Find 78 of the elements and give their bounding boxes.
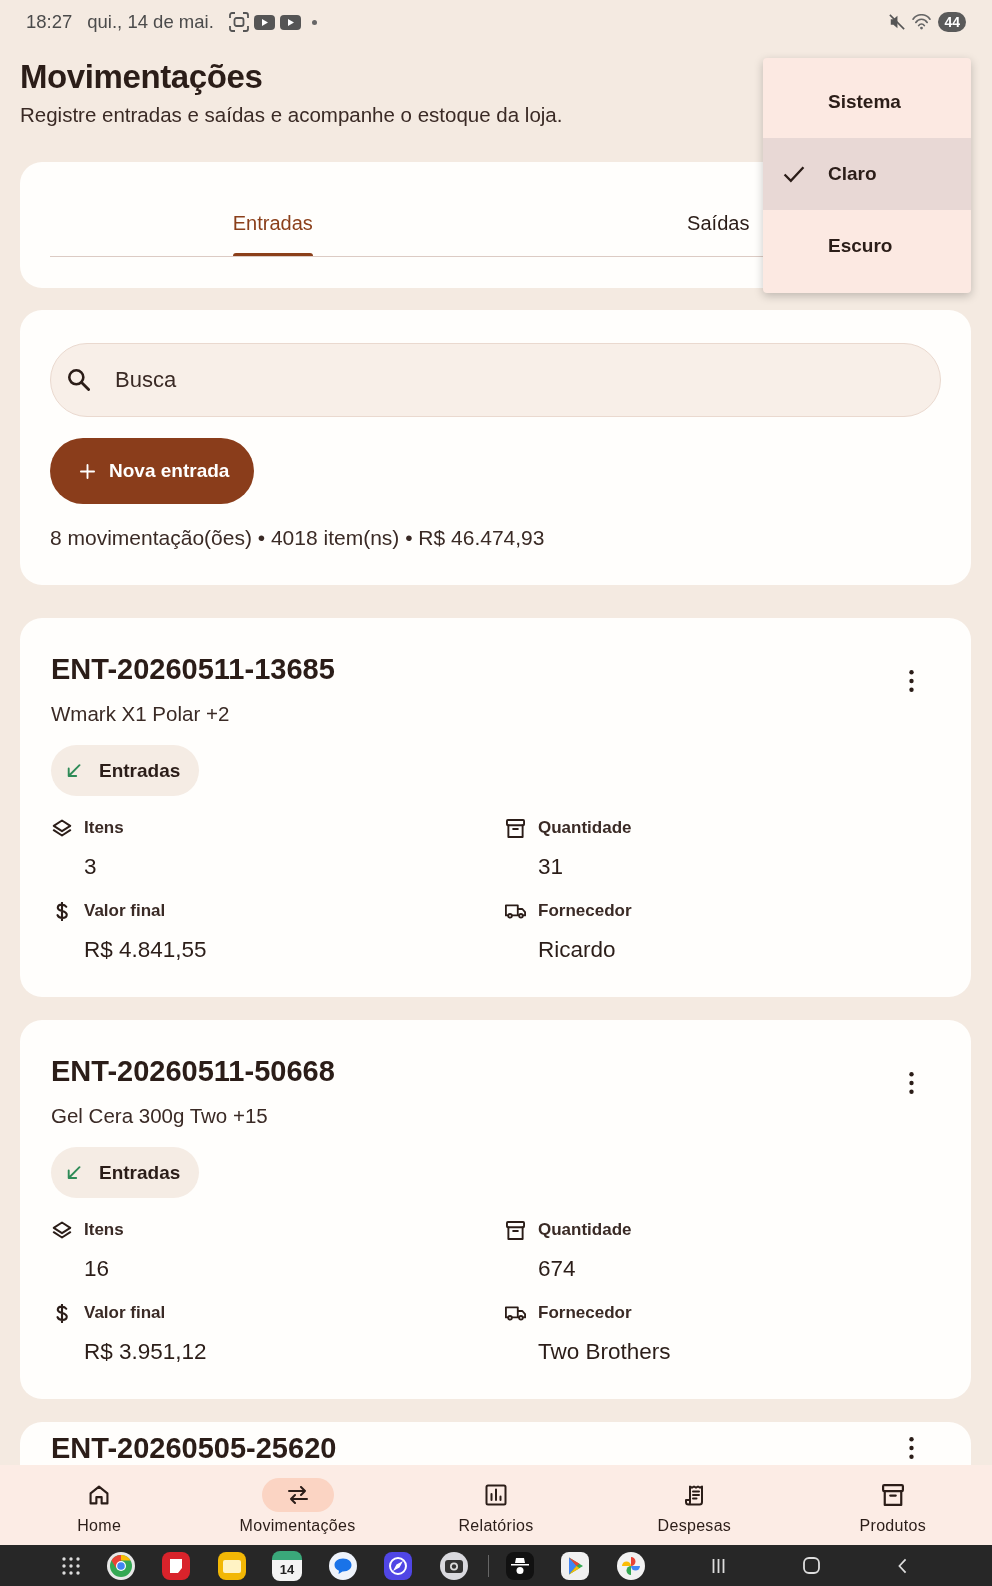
video-play-icon (279, 14, 301, 30)
search-field[interactable]: Busca (50, 343, 941, 417)
dollar-icon (55, 1303, 68, 1323)
field-value: R$ 4.841,55 (84, 936, 207, 964)
recent-apps-icon[interactable] (711, 1557, 725, 1574)
nav-item[interactable]: Movimentações (239, 1478, 356, 1536)
truck-icon (505, 1305, 526, 1321)
field-value: Two Brothers (538, 1338, 671, 1366)
truck-icon (505, 903, 526, 919)
field-value: Ricardo (538, 936, 616, 964)
field-label: Valor final (84, 900, 166, 922)
field-label: Fornecedor (538, 900, 632, 922)
kebab-menu-icon[interactable] (909, 1072, 914, 1094)
receipt-icon (685, 1484, 704, 1506)
app-grid-icon[interactable] (62, 1556, 80, 1575)
summary-text: 8 movimentação(ões) • 4018 item(ns) • R$ 46.474,93 (50, 526, 545, 550)
new-entry-button[interactable]: Nova entrada (50, 438, 255, 504)
wifi-icon (912, 14, 932, 30)
arrow-down-left-icon (67, 1165, 81, 1180)
archive-box-icon (506, 818, 525, 838)
muted-speaker-icon (889, 14, 906, 30)
notes-app-icon[interactable] (161, 1550, 191, 1581)
field-label: Valor final (84, 1302, 166, 1324)
field-label: Fornecedor (538, 1302, 632, 1324)
check-icon (783, 165, 805, 183)
nav-item[interactable]: Produtos (856, 1478, 929, 1536)
battery-indicator: 44 (938, 12, 966, 32)
tile-app-icon[interactable] (216, 1550, 247, 1581)
field-value: 16 (84, 1255, 110, 1283)
notification-dot-icon (311, 19, 317, 25)
field-value: 674 (538, 1255, 576, 1283)
home-button-icon[interactable] (802, 1557, 820, 1574)
menu-item[interactable]: Escuro (763, 210, 971, 282)
search-icon (68, 369, 90, 391)
calendar-app-icon[interactable]: 14 (272, 1550, 302, 1581)
scan-frame-icon (228, 12, 249, 32)
entry-code: ENT-20260511-50668 (51, 1054, 335, 1088)
back-icon[interactable] (897, 1557, 907, 1574)
entry-code: ENT-20260511-13685 (51, 652, 335, 686)
chip-label: Entradas (99, 1161, 181, 1184)
status-time: 18:27 (26, 11, 73, 33)
video-play-icon (253, 14, 275, 30)
menu-item[interactable]: Sistema (763, 66, 971, 138)
chip-label: Entradas (99, 759, 181, 782)
nav-item[interactable]: Relatórios (458, 1478, 534, 1536)
nav-item[interactable]: Home (63, 1478, 136, 1536)
field-value: R$ 3.951,12 (84, 1338, 207, 1366)
layers-icon (51, 1221, 72, 1239)
field-label: Itens (84, 817, 124, 839)
field-label: Quantidade (538, 817, 632, 839)
field-label: Itens (84, 1219, 124, 1241)
hat-app-icon[interactable] (504, 1550, 535, 1581)
swap-arrows-icon (287, 1486, 308, 1504)
field-value: 3 (84, 853, 97, 881)
status-date: qui., 14 de mai. (87, 11, 214, 33)
compass-app-icon[interactable] (383, 1550, 413, 1581)
plus-icon (80, 463, 95, 479)
page-title: Movimentações (20, 57, 263, 97)
play-triangle-app-icon[interactable] (560, 1550, 590, 1581)
kebab-menu-icon[interactable] (909, 1437, 914, 1459)
entry-products: Wmark X1 Polar +2 (51, 702, 230, 726)
archive-box-icon (881, 1484, 904, 1506)
entry-code: ENT-20260505-25620 (51, 1431, 337, 1465)
colored-ring-app-icon[interactable] (105, 1550, 136, 1581)
field-label: Quantidade (538, 1219, 632, 1241)
field-value: 31 (538, 853, 564, 881)
page-subtitle: Registre entradas e saídas e acompanhe o estoque da loja. (20, 103, 563, 127)
menu-item[interactable]: Claro (763, 138, 971, 210)
entry-products: Gel Cera 300g Two +15 (51, 1104, 268, 1128)
layers-icon (51, 819, 72, 837)
home-icon (89, 1485, 110, 1505)
tab[interactable]: Entradas (50, 190, 496, 256)
dollar-icon (55, 901, 68, 921)
arrow-down-left-icon (67, 763, 81, 778)
nav-item[interactable]: Despesas (657, 1478, 732, 1536)
kebab-menu-icon[interactable] (909, 670, 914, 692)
archive-box-icon (506, 1220, 525, 1240)
bar-chart-icon (485, 1484, 507, 1506)
